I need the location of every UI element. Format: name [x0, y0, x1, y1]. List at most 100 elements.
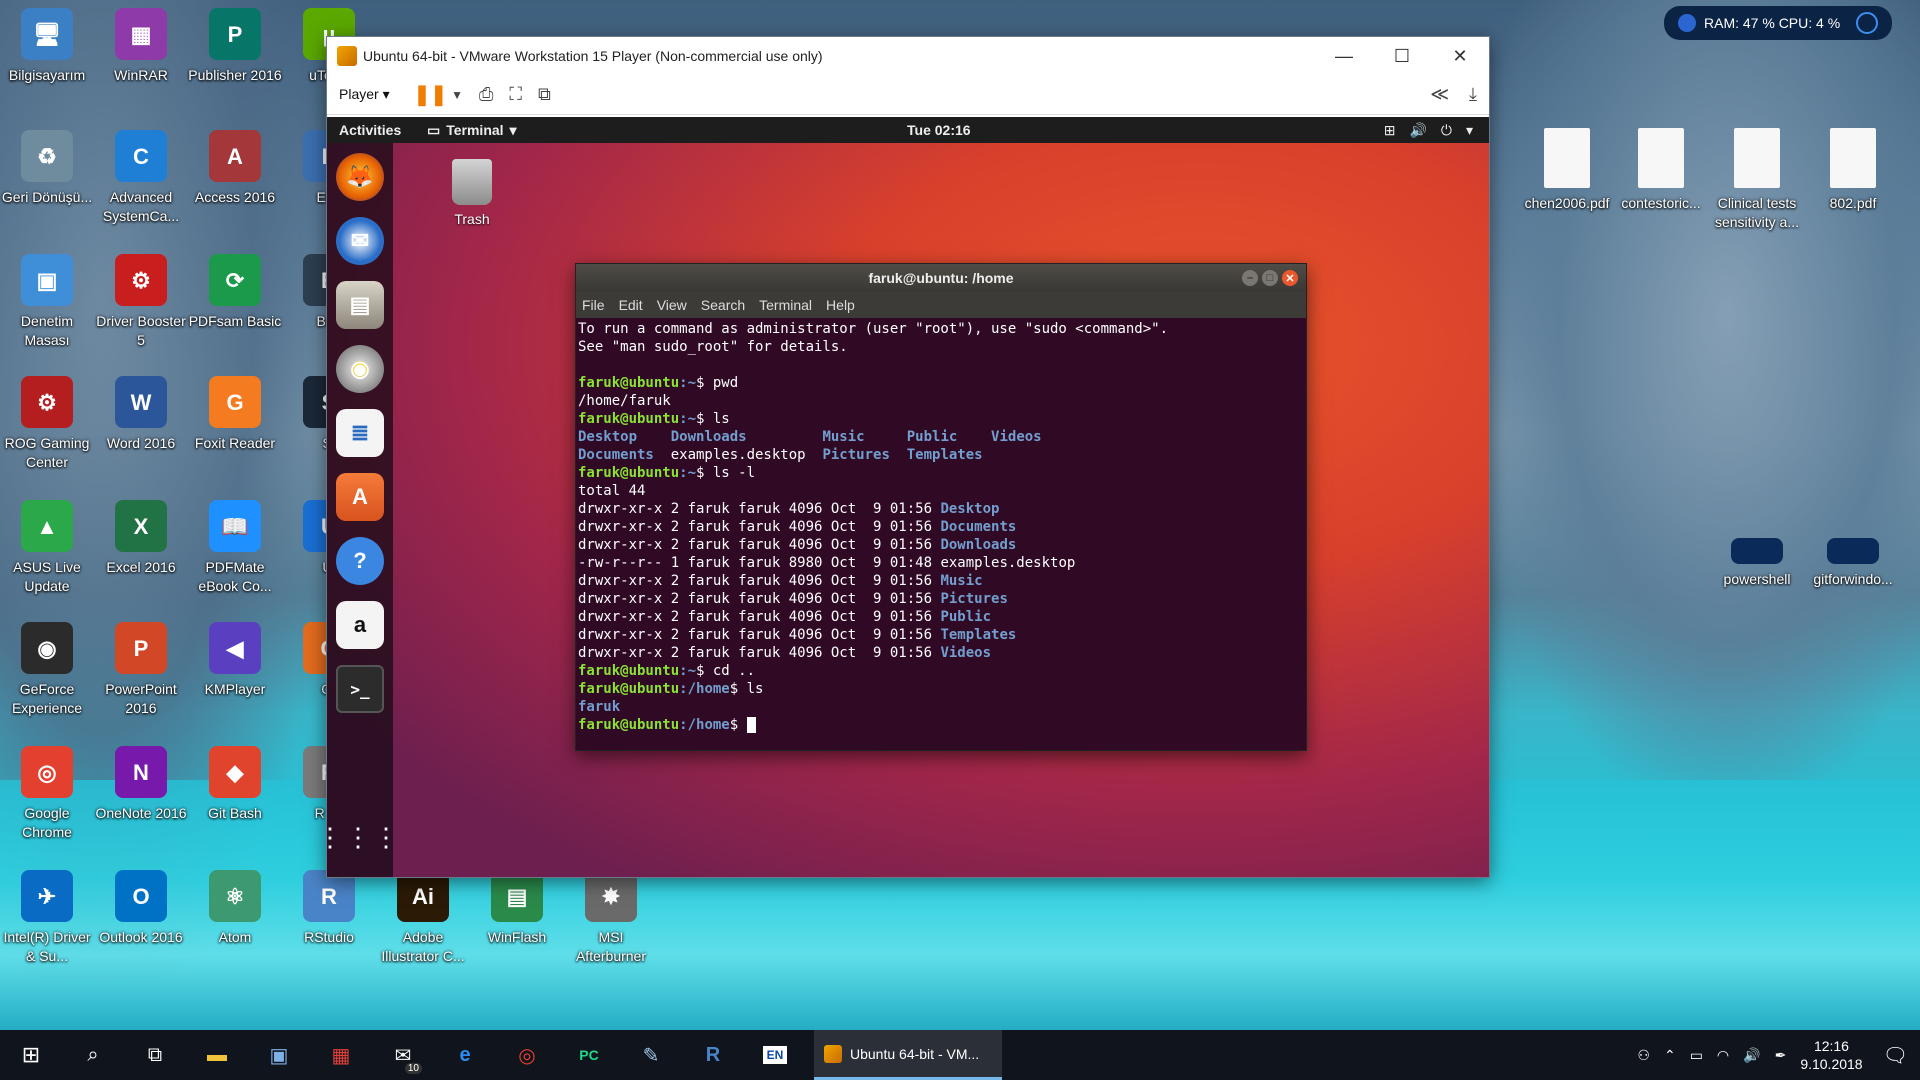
ubuntu-guest-screen[interactable]: Activities ▭ Terminal ▾ Tue 02:16 ⊞ 🔊 ⏻ …: [327, 117, 1489, 877]
pause-icon[interactable]: ❚❚: [414, 82, 448, 107]
desktop-file-icon[interactable]: powershell: [1710, 520, 1804, 589]
file-explorer-icon[interactable]: ▬: [186, 1030, 248, 1080]
desktop-icon[interactable]: P PowerPoint 2016: [94, 622, 188, 718]
desktop-file-icon[interactable]: 802.pdf: [1806, 128, 1900, 213]
desktop-icon[interactable]: ✸ MSI Afterburner: [564, 870, 658, 966]
terminal-titlebar[interactable]: faruk@ubuntu: /home – □ ✕: [576, 264, 1306, 292]
desktop-icon[interactable]: P Publisher 2016: [188, 8, 282, 85]
desktop-file-icon[interactable]: gitforwindo...: [1806, 520, 1900, 589]
desktop-icon[interactable]: C Advanced SystemCa...: [94, 130, 188, 226]
volume-icon[interactable]: 🔊: [1743, 1047, 1760, 1064]
taskbar-vmware-task[interactable]: Ubuntu 64-bit - VM...: [814, 1030, 1002, 1080]
desktop-icon[interactable]: A Access 2016: [188, 130, 282, 207]
desktop-file-icon[interactable]: Clinical tests sensitivity a...: [1710, 128, 1804, 232]
gift-icon[interactable]: ▦: [310, 1030, 372, 1080]
show-apps-icon[interactable]: ⋮⋮⋮: [327, 813, 399, 861]
start-icon[interactable]: ⊞: [0, 1030, 62, 1080]
taskbar-clock[interactable]: 12:16 9.10.2018: [1800, 1037, 1862, 1073]
mail-icon[interactable]: ✉ 10: [372, 1030, 434, 1080]
desktop-icon[interactable]: 📖 PDFMate eBook Co...: [188, 500, 282, 596]
desktop-icon[interactable]: ◆ Git Bash: [188, 746, 282, 823]
writer-icon[interactable]: ≣: [336, 409, 384, 457]
terminal-icon[interactable]: >_: [336, 665, 384, 713]
rewind-icon[interactable]: ≪: [1430, 84, 1449, 105]
desktop-icon[interactable]: ♻ Geri Dönüşü...: [0, 130, 94, 207]
amazon-icon[interactable]: a: [336, 601, 384, 649]
desktop-icon[interactable]: N OneNote 2016: [94, 746, 188, 823]
desktop-icon[interactable]: X Excel 2016: [94, 500, 188, 577]
edge-icon[interactable]: e: [434, 1030, 496, 1080]
desktop-icon[interactable]: ⟳ PDFsam Basic: [188, 254, 282, 331]
desktop-icon[interactable]: ▣ Denetim Masası: [0, 254, 94, 350]
desktop-icon[interactable]: 🖥 Bilgisayarım: [0, 8, 94, 85]
r-icon[interactable]: R: [682, 1030, 744, 1080]
desktop-icon[interactable]: ◎ Google Chrome: [0, 746, 94, 842]
store-icon[interactable]: ▣: [248, 1030, 310, 1080]
language-icon[interactable]: EN: [744, 1030, 806, 1080]
terminal-menu-help[interactable]: Help: [826, 297, 855, 313]
system-tray: ⚇ ⌃ ▭ ◠ 🔊 ✒ 12:16 9.10.2018 🗨: [1637, 1037, 1920, 1073]
software-icon[interactable]: A: [336, 473, 384, 521]
terminal-output[interactable]: To run a command as administrator (user …: [576, 318, 1306, 736]
close-icon[interactable]: ✕: [1431, 37, 1489, 75]
notification-icon[interactable]: 🗨: [1883, 1043, 1908, 1068]
fullscreen-icon[interactable]: ⛶: [509, 84, 522, 105]
gnome-tray[interactable]: ⊞ 🔊 ⏻ ▾: [1384, 122, 1473, 139]
firefox-icon[interactable]: 🦊: [336, 153, 384, 201]
unity-icon[interactable]: ⧉: [538, 84, 551, 105]
terminal-menu-search[interactable]: Search: [701, 297, 745, 313]
vmware-titlebar[interactable]: Ubuntu 64-bit - VMware Workstation 15 Pl…: [327, 37, 1489, 75]
player-menu-button[interactable]: Player ▾: [339, 86, 390, 103]
desktop-icon[interactable]: Ai Adobe Illustrator C...: [376, 870, 470, 966]
chrome-icon[interactable]: ◎: [496, 1030, 558, 1080]
chevron-down-icon[interactable]: ▼: [451, 88, 463, 102]
desktop-file-icon[interactable]: chen2006.pdf: [1520, 128, 1614, 213]
terminal-menu-file[interactable]: File: [582, 297, 605, 313]
download-icon[interactable]: ⤓: [1469, 84, 1477, 105]
help-icon[interactable]: ?: [336, 537, 384, 585]
desktop-icon[interactable]: R RStudio: [282, 870, 376, 947]
terminal-line: total 44: [578, 482, 1304, 500]
gnome-clock[interactable]: Tue 02:16: [907, 122, 971, 138]
desktop-icon[interactable]: ◉ GeForce Experience: [0, 622, 94, 718]
thunderbird-icon[interactable]: ✉: [336, 217, 384, 265]
chevron-up-icon[interactable]: ⌃: [1664, 1047, 1676, 1064]
rhythmbox-icon[interactable]: ◉: [336, 345, 384, 393]
notepad-icon[interactable]: ✎: [620, 1030, 682, 1080]
maximize-icon[interactable]: □: [1262, 270, 1278, 286]
desktop-icon[interactable]: ▤ WinFlash: [470, 870, 564, 947]
close-icon[interactable]: ✕: [1282, 270, 1298, 286]
desktop-icon[interactable]: ⚙ Driver Booster 5: [94, 254, 188, 350]
send-ctrl-alt-del-icon[interactable]: ⎙: [479, 84, 493, 105]
pen-icon[interactable]: ✒: [1775, 1047, 1787, 1064]
terminal-menu-edit[interactable]: Edit: [619, 297, 643, 313]
app-menu-terminal[interactable]: ▭ Terminal ▾: [427, 122, 517, 139]
minimize-icon[interactable]: –: [1242, 270, 1258, 286]
terminal-window[interactable]: faruk@ubuntu: /home – □ ✕ File Edit View Se…: [575, 263, 1307, 751]
files-icon[interactable]: ▤: [336, 281, 384, 329]
desktop-icon[interactable]: ⚙ ROG Gaming Center: [0, 376, 94, 472]
activities-button[interactable]: Activities: [327, 122, 427, 138]
task-view-icon[interactable]: ⧉: [124, 1030, 186, 1080]
prompt-path: :~: [679, 375, 697, 391]
people-icon[interactable]: ⚇: [1637, 1047, 1650, 1064]
battery-icon[interactable]: ▭: [1690, 1047, 1703, 1064]
desktop-icon[interactable]: ◀ KMPlayer: [188, 622, 282, 699]
system-monitor-widget[interactable]: RAM: 47 % CPU: 4 %: [1664, 6, 1892, 40]
desktop-icon[interactable]: W Word 2016: [94, 376, 188, 453]
desktop-icon[interactable]: ⚛ Atom: [188, 870, 282, 947]
terminal-menu-terminal[interactable]: Terminal: [759, 297, 812, 313]
search-icon[interactable]: ⌕: [62, 1030, 124, 1080]
desktop-icon[interactable]: ✈ Intel(R) Driver & Su...: [0, 870, 94, 966]
pycharm-icon[interactable]: PC: [558, 1030, 620, 1080]
desktop-icon[interactable]: ▦ WinRAR: [94, 8, 188, 85]
maximize-icon[interactable]: ☐: [1373, 37, 1431, 75]
desktop-icon[interactable]: ▲ ASUS Live Update: [0, 500, 94, 596]
trash-desktop-icon[interactable]: Trash: [427, 159, 517, 227]
minimize-icon[interactable]: —: [1315, 37, 1373, 75]
desktop-icon[interactable]: G Foxit Reader: [188, 376, 282, 453]
desktop-icon[interactable]: O Outlook 2016: [94, 870, 188, 947]
terminal-menu-view[interactable]: View: [657, 297, 687, 313]
wifi-icon[interactable]: ◠: [1717, 1047, 1729, 1064]
desktop-file-icon[interactable]: contestoric...: [1614, 128, 1708, 213]
